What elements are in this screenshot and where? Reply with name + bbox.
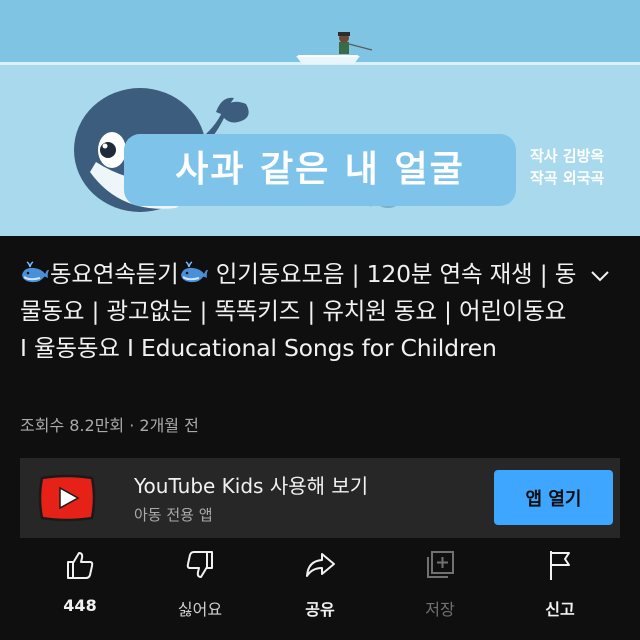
kids-banner-subtitle: 아동 전용 앱	[134, 506, 213, 524]
share-button[interactable]: 공유	[280, 544, 360, 640]
video-meta: 조회수 8.2만회 · 2개월 전	[20, 416, 199, 435]
youtube-kids-logo-icon	[38, 474, 96, 522]
share-icon	[306, 553, 335, 577]
credit-lyrics: 작사 김방옥	[530, 147, 605, 165]
thumbnail-title-text: 사과 같은 내 얼굴	[175, 149, 465, 190]
report-label: 신고	[545, 600, 575, 619]
thumbs-down-icon	[186, 551, 213, 578]
video-title-text-1: 동요연속듣기	[50, 260, 179, 288]
whale-emoji-icon	[22, 261, 49, 283]
video-title[interactable]: 동요연속듣기 인기동요모음 | 120분 연속 재생 | 동물동요 | 광고없는…	[20, 256, 580, 367]
action-bar: 448 싫어요 공유 저장 신고	[0, 544, 640, 640]
report-button[interactable]: 신고	[520, 544, 600, 640]
save-label: 저장	[425, 600, 455, 619]
open-app-button[interactable]: 앱 열기	[494, 470, 613, 525]
credit-composer: 작곡 외국곡	[530, 169, 605, 187]
dislike-button[interactable]: 싫어요	[160, 544, 240, 640]
kids-banner-title: YouTube Kids 사용해 보기	[134, 474, 369, 498]
thumbs-up-icon	[67, 552, 94, 579]
whale-emoji-icon	[180, 261, 208, 283]
like-count: 448	[63, 596, 97, 615]
video-title-section[interactable]: 동요연속듣기 인기동요모음 | 120분 연속 재생 | 동물동요 | 광고없는…	[20, 256, 580, 367]
flag-icon	[550, 551, 570, 580]
like-button[interactable]: 448	[40, 544, 120, 640]
dislike-label: 싫어요	[177, 600, 223, 619]
thumbnail-credits: 작사 김방옥 작곡 외국곡	[530, 145, 640, 189]
save-button[interactable]: 저장	[400, 544, 480, 640]
expand-description-chevron-down-icon[interactable]	[586, 262, 614, 290]
share-label: 공유	[305, 600, 335, 619]
boat-illustration	[296, 32, 373, 64]
youtube-kids-banner[interactable]: YouTube Kids 사용해 보기 아동 전용 앱 앱 열기	[20, 458, 620, 538]
add-to-playlist-icon	[427, 551, 454, 578]
video-thumbnail[interactable]: 사과 같은 내 얼굴 작사 김방옥 작곡 외국곡	[0, 0, 640, 236]
